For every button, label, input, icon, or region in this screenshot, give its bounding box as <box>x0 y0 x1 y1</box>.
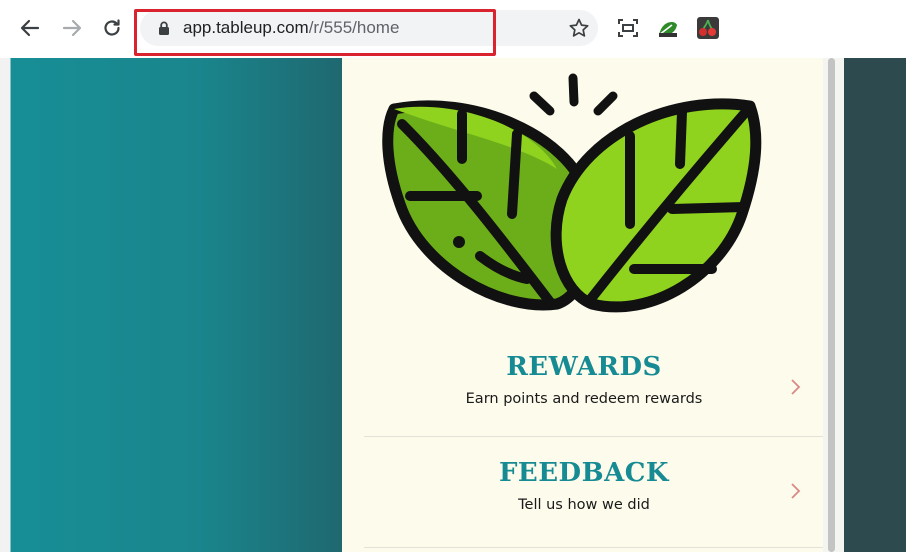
feedback-title: FEEDBACK <box>498 458 670 488</box>
forward-icon <box>62 19 82 37</box>
rewards-title: REWARDS <box>506 352 662 382</box>
scrollbar-thumb[interactable] <box>828 58 835 552</box>
reload-icon <box>104 19 120 36</box>
url-host: app.tableup.com <box>183 18 309 37</box>
page-background-left <box>0 58 342 552</box>
feedback-subtitle: Tell us how we did <box>518 497 650 513</box>
screenshot-icon[interactable] <box>616 16 640 40</box>
leaf-logo-icon <box>382 73 762 313</box>
back-icon <box>20 19 40 37</box>
app-panel: REWARDS Earn points and redeem rewards F… <box>342 58 823 552</box>
page-background-right <box>844 58 906 552</box>
address-bar[interactable]: app.tableup.com/r/555/home <box>140 10 598 46</box>
rewards-menu-item[interactable]: REWARDS Earn points and redeem rewards <box>364 344 823 436</box>
extension-icon[interactable] <box>656 16 680 40</box>
rewards-subtitle: Earn points and redeem rewards <box>465 391 703 407</box>
lock-icon <box>159 21 169 35</box>
reload-button[interactable] <box>98 14 126 42</box>
feedback-menu-item[interactable]: FEEDBACK Tell us how we did <box>364 437 823 547</box>
back-button[interactable] <box>16 14 44 42</box>
chevron-right-icon <box>791 379 801 395</box>
bookmark-star-icon[interactable] <box>568 17 590 39</box>
divider <box>364 547 823 548</box>
scrollbar[interactable] <box>823 58 844 552</box>
forward-button[interactable] <box>58 14 86 42</box>
browser-toolbar: app.tableup.com/r/555/home <box>0 0 906 58</box>
chevron-right-icon <box>791 483 801 499</box>
url-path: /r/555/home <box>308 18 400 37</box>
cherry-extension-icon[interactable] <box>696 16 720 40</box>
url-text: app.tableup.com/r/555/home <box>183 18 399 38</box>
